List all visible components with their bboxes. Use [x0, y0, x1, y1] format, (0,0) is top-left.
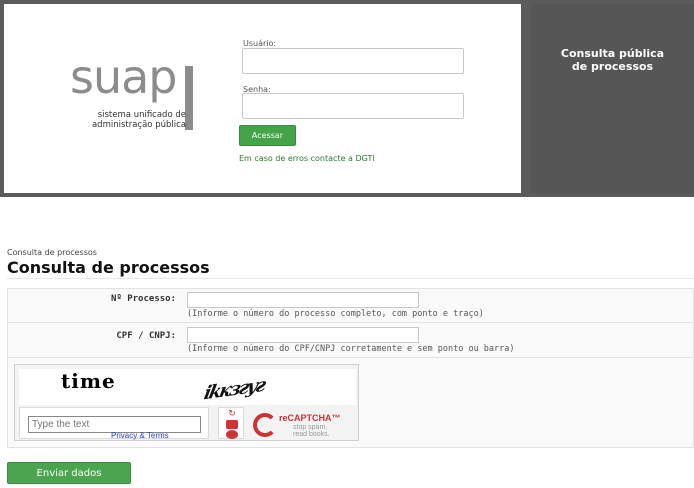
cpf-cnpj-label: CPF / CNPJ:	[116, 331, 176, 341]
recaptcha-logo: reCAPTCHA™ stop spam. read books.	[251, 409, 355, 439]
captcha-word-2: ikкзгуг	[201, 374, 267, 405]
captcha-image: time ikкзгуг	[19, 369, 356, 405]
row-divider	[7, 357, 694, 358]
title-divider	[7, 278, 694, 279]
refresh-icon[interactable]: ↻	[226, 410, 238, 419]
recaptcha-slogan-1: stop spam.	[293, 424, 328, 431]
recaptcha-slogan-2: read books.	[293, 431, 330, 438]
logo-subtitle: sistema unificado de administração públi…	[91, 110, 186, 130]
username-label: Usuário:	[243, 39, 277, 48]
process-number-input[interactable]	[187, 292, 419, 308]
recaptcha-ring-icon	[253, 413, 277, 437]
row-divider	[7, 322, 694, 323]
help-icon[interactable]	[226, 430, 238, 439]
submit-button[interactable]: Enviar dados	[7, 462, 131, 484]
username-input[interactable]	[242, 48, 464, 74]
page: suap sistema unificado de administração …	[0, 0, 694, 488]
suap-logo: suap sistema unificado de administração …	[70, 54, 205, 132]
process-number-help: (Informe o número do processo completo, …	[187, 309, 484, 319]
recaptcha-brand: reCAPTCHA™	[279, 413, 341, 423]
breadcrumb: Consulta de processos	[7, 248, 97, 257]
recaptcha-widget: time ikкзгуг Privacy & Terms ↻ reCAPTCHA…	[14, 364, 359, 441]
public-title-line1: Consulta pública	[560, 47, 665, 60]
recaptcha-slogan: stop spam. read books.	[293, 424, 330, 438]
page-title: Consulta de processos	[7, 258, 210, 277]
captcha-privacy-link[interactable]: Privacy & Terms	[111, 431, 169, 440]
header-banner: suap sistema unificado de administração …	[0, 0, 694, 197]
public-consult-title: Consulta pública de processos	[531, 47, 694, 73]
public-consult-panel[interactable]: Consulta pública de processos	[531, 4, 694, 193]
login-card: suap sistema unificado de administração …	[4, 4, 521, 193]
captcha-tools: ↻	[218, 407, 244, 439]
public-title-line2: de processos	[571, 60, 654, 73]
audio-icon[interactable]	[226, 420, 238, 429]
cpf-cnpj-input[interactable]	[187, 327, 419, 343]
logo-bar	[185, 66, 193, 130]
process-number-label: Nº Processo:	[110, 294, 176, 304]
contact-dgti-link[interactable]: Em caso de erros contacte a DGTI	[239, 154, 375, 163]
password-input[interactable]	[242, 93, 464, 119]
cpf-cnpj-help: (Informe o número do CPF/CNPJ corretamen…	[187, 344, 515, 354]
logo-wordmark: suap	[70, 50, 178, 104]
login-button[interactable]: Acessar	[239, 125, 296, 146]
captcha-word-1: time	[61, 369, 116, 393]
